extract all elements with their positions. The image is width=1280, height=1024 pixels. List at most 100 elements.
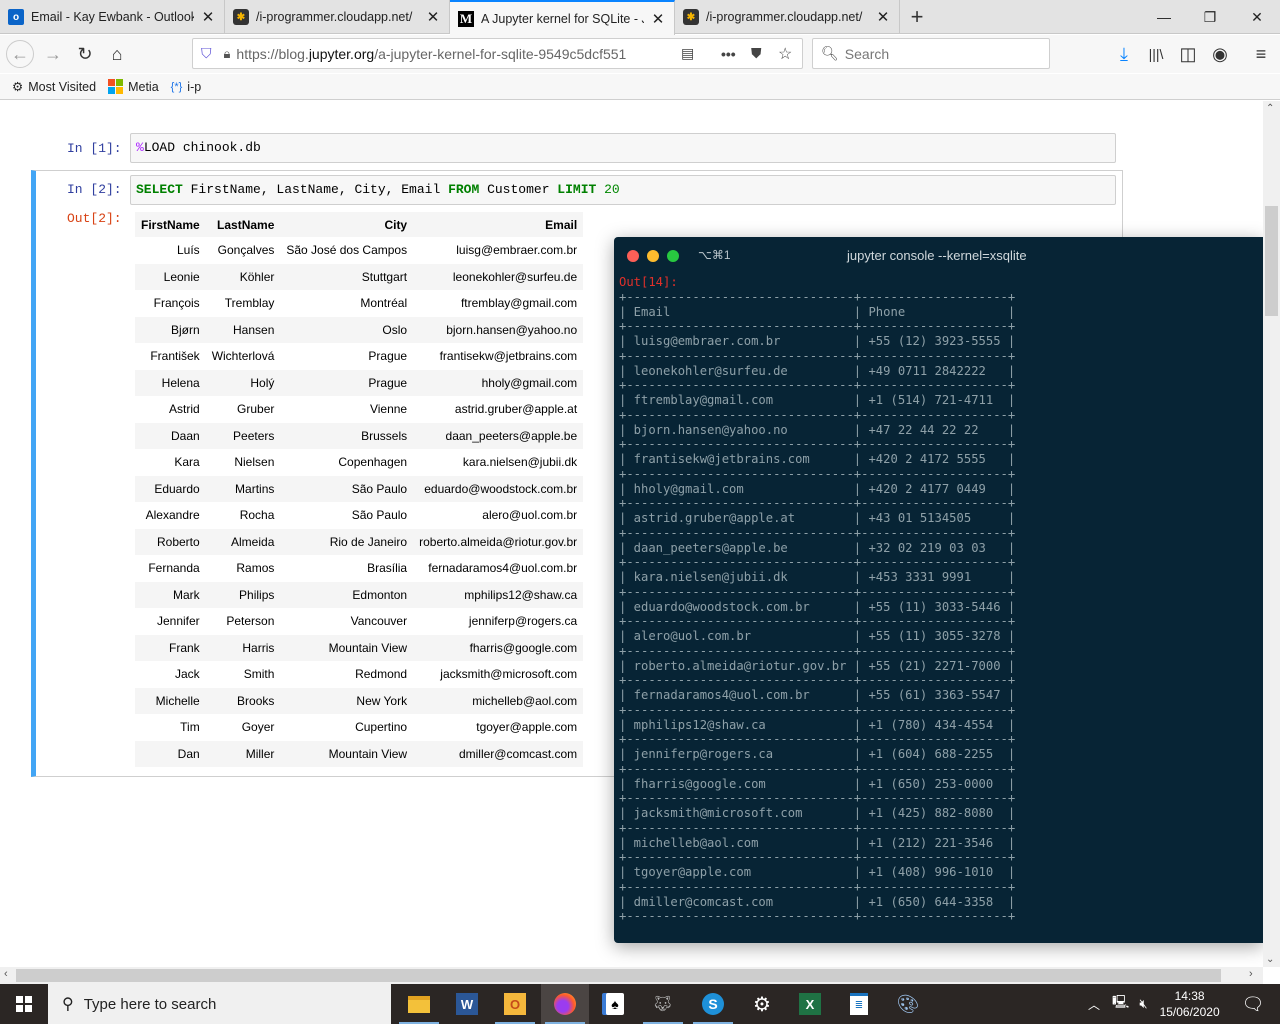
terminal-zoom-button[interactable] [667, 250, 679, 262]
tab-iprogrammer-2[interactable]: ✱ /i-programmer.cloudapp.net/ ✕ [675, 0, 900, 34]
bookmark-metia[interactable]: Metia [108, 79, 159, 94]
table-cell: Oslo [280, 316, 414, 343]
solitaire-icon[interactable]: ♠ [591, 984, 639, 1024]
skype-icon[interactable]: S [689, 984, 737, 1024]
show-hidden-icons-icon[interactable]: ︿ [1088, 996, 1100, 1013]
nav-bar: ← → ↻ ⌂ ⛉ 🔒︎ https://blog.jupyter.org/a-… [0, 35, 1280, 73]
table-cell: dmiller@comcast.com [413, 740, 584, 767]
bookmark-label: i-p [187, 79, 202, 94]
writer-icon[interactable]: ≣ [835, 984, 883, 1024]
bookmark-most-visited[interactable]: ⚙ Most Visited [12, 79, 96, 95]
terminal-window[interactable]: ⌥⌘1 jupyter console --kernel=xsqlite Out… [614, 237, 1263, 943]
scroll-down-arrow[interactable]: ⌄ [1266, 954, 1274, 965]
home-button[interactable]: ⌂ [103, 40, 131, 68]
sidebar-icon[interactable]: ◫ [1174, 40, 1202, 68]
close-window-button[interactable]: ✕ [1234, 0, 1280, 34]
lock-icon[interactable]: 🔒︎ [224, 46, 231, 62]
joomla-icon: ✱ [233, 9, 249, 25]
table-cell: Luís [177, 243, 200, 258]
scroll-left-arrow[interactable]: ‹ [4, 968, 8, 980]
account-icon[interactable]: ◉ [1206, 40, 1234, 68]
tab-bar: o Email - Kay Ewbank - Outlook ✕ ✱ /i-pr… [0, 0, 1280, 35]
word-icon[interactable]: W [443, 984, 491, 1024]
table-cell: Tremblay [224, 296, 275, 311]
excel-icon[interactable]: X [786, 984, 834, 1024]
new-tab-button[interactable]: + [905, 4, 929, 30]
table-cell: Stuttgart [280, 263, 414, 290]
close-tab-icon[interactable]: ✕ [425, 8, 441, 26]
table-cell: jacksmith@microsoft.com [440, 667, 578, 682]
table-cell: leonekohler@surfeu.de [413, 263, 584, 290]
horizontal-scrollbar[interactable]: ‹ › [0, 967, 1263, 984]
file-explorer-icon[interactable] [395, 984, 443, 1024]
forward-button[interactable]: → [39, 40, 67, 68]
vertical-scroll-thumb[interactable] [1265, 206, 1278, 316]
search-icon: 🔍︎ [821, 45, 839, 61]
outlook-icon[interactable]: O [491, 984, 539, 1024]
table-row: Roberto Almeida Rio de Janeiro roberto.alme… [135, 528, 584, 555]
volume-muted-icon[interactable]: 🔇︎ [1139, 996, 1147, 1012]
table-cell: fharris@google.com [413, 634, 584, 661]
bookmark-i-p[interactable]: {*} i-p [171, 80, 202, 94]
paint-icon[interactable]: 🎨︎ [884, 984, 932, 1024]
table-cell: Edmonton [280, 581, 414, 608]
url-text[interactable]: https://blog.jupyter.org/a-jupyter-kerne… [236, 46, 626, 62]
close-tab-icon[interactable]: ✕ [650, 10, 666, 28]
close-tab-icon[interactable]: ✕ [200, 8, 216, 26]
taskbar-search-input[interactable]: ⚲ Type here to search [48, 984, 391, 1024]
downloads-icon[interactable]: ⤓ [1110, 40, 1138, 68]
menu-icon[interactable]: ≡ [1247, 40, 1275, 68]
table-row: François Tremblay Montréal ftremblay@gmail.… [135, 290, 583, 317]
tab-jupyter-sqlite[interactable]: M A Jupyter kernel for SQLite - Ju ✕ [450, 0, 675, 35]
table-cell: michelleb@aol.com [413, 687, 584, 714]
scroll-up-arrow[interactable]: ⌃ [1266, 103, 1274, 114]
library-icon[interactable]: |||\ [1142, 40, 1170, 68]
vertical-scrollbar[interactable]: ⌃ ⌄ [1263, 101, 1280, 967]
tab-iprogrammer-1[interactable]: ✱ /i-programmer.cloudapp.net/ ✕ [225, 0, 450, 34]
network-icon[interactable]: 🖳︎ [1112, 993, 1129, 1015]
column-header: City [280, 212, 414, 237]
terminal-minimize-button[interactable] [647, 250, 659, 262]
bookmark-star-icon[interactable]: ☆ [778, 44, 792, 64]
reader-view-icon[interactable]: ▤ [681, 45, 694, 62]
back-button[interactable]: ← [6, 40, 34, 68]
pocket-icon[interactable]: ⛊ [751, 45, 762, 62]
table-cell: Rio de Janeiro [280, 528, 414, 555]
restore-button[interactable]: ❐ [1187, 0, 1233, 34]
tab-title: A Jupyter kernel for SQLite - Ju [481, 11, 644, 26]
column-header: FirstName [135, 212, 206, 237]
horizontal-scroll-thumb[interactable] [16, 969, 1221, 982]
system-tray: ︿ 🖳︎ 🔇︎ 14:38 15/06/2020 🗨︎ [1088, 984, 1264, 1024]
clock[interactable]: 14:38 15/06/2020 [1160, 988, 1220, 1020]
settings-icon[interactable]: ⚙ [738, 984, 786, 1024]
table-cell: astrid.gruber@apple.at [454, 402, 578, 417]
gimp-icon[interactable]: 🐺︎ [639, 984, 687, 1024]
minimize-button[interactable]: — [1141, 0, 1187, 34]
page-actions-icon[interactable]: ••• [721, 46, 736, 62]
table-cell: Jennifer [156, 614, 200, 629]
address-bar[interactable]: ⛉ 🔒︎ https://blog.jupyter.org/a-jupyter-… [192, 38, 803, 69]
scroll-right-arrow[interactable]: › [1249, 968, 1253, 980]
table-cell: tgoyer@apple.com [476, 720, 578, 735]
table-row: Luís Gonçalves São José dos Campos luisg@em… [135, 237, 583, 264]
table-row: Bjørn Hansen Oslo bjorn.hansen@yahoo.no [135, 316, 584, 343]
table-cell: Goyer [241, 720, 275, 735]
tab-outlook[interactable]: o Email - Kay Ewbank - Outlook ✕ [0, 0, 225, 34]
table-cell: František [150, 349, 200, 364]
windows-logo-icon [108, 79, 124, 94]
close-tab-icon[interactable]: ✕ [875, 8, 891, 26]
joomla-icon: ✱ [683, 9, 699, 25]
start-button[interactable] [0, 984, 48, 1024]
table-cell: Redmond [355, 667, 408, 682]
reload-button[interactable]: ↻ [71, 40, 99, 68]
cell1-input[interactable]: %LOAD chinook.db [130, 133, 1116, 163]
terminal-close-button[interactable] [627, 250, 639, 262]
table-cell: bjorn.hansen@yahoo.no [413, 316, 584, 343]
tracking-shield-icon[interactable]: ⛉ [201, 45, 212, 62]
terminal-shortcut: ⌥⌘1 [698, 248, 731, 262]
search-input[interactable]: 🔍︎ Search [812, 38, 1050, 69]
notifications-icon[interactable]: 🗨︎ [1242, 994, 1265, 1015]
table-cell: Brasília [367, 561, 408, 576]
cell2-input[interactable]: SELECT FirstName, LastName, City, Email … [130, 175, 1116, 205]
firefox-icon[interactable] [541, 984, 589, 1024]
